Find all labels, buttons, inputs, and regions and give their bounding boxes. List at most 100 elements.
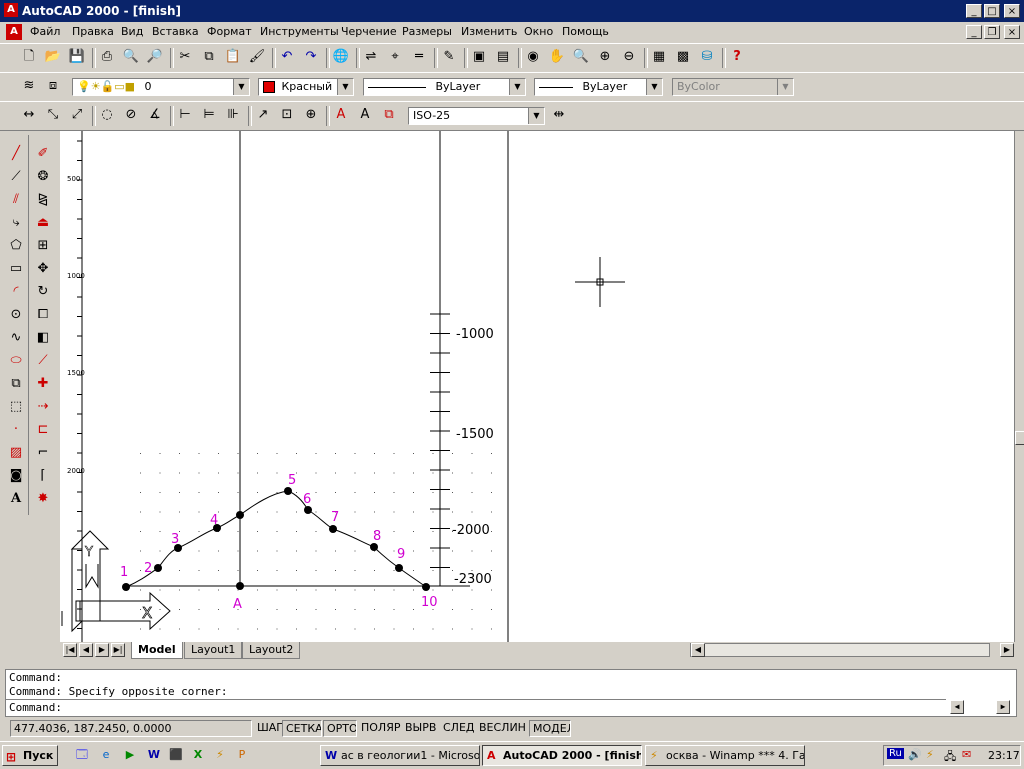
mirror-icon[interactable]: ⧎: [32, 189, 54, 211]
scroll-right-icon[interactable]: ▶: [1000, 643, 1014, 657]
print-icon[interactable]: ⎙: [96, 46, 118, 68]
hatch-icon[interactable]: ▨: [5, 442, 27, 464]
doc-restore-button[interactable]: ❐: [984, 25, 1000, 39]
word-icon[interactable]: W: [146, 747, 162, 763]
polar-toggle[interactable]: ПОЛЯР: [358, 720, 402, 737]
extend-icon[interactable]: ⇢: [32, 396, 54, 418]
scroll-left-icon[interactable]: ◀: [691, 643, 705, 657]
menu-edit[interactable]: Правка: [72, 25, 114, 38]
break-icon[interactable]: ⊏: [32, 419, 54, 441]
multiline-icon[interactable]: ⫽: [5, 189, 27, 211]
ellipse-icon[interactable]: ⬭: [5, 350, 27, 372]
scale-icon[interactable]: ⧠: [32, 304, 54, 326]
dimension-text-edit-icon[interactable]: A: [354, 104, 376, 126]
arc-icon[interactable]: ◜: [5, 281, 27, 303]
tab-last-icon[interactable]: ▶|: [111, 643, 125, 657]
copy-object-icon[interactable]: ❂: [32, 166, 54, 188]
chevron-down-icon[interactable]: ▼: [509, 79, 525, 95]
circle-icon[interactable]: ⊙: [5, 304, 27, 326]
stretch-icon[interactable]: ◧: [32, 327, 54, 349]
excel-icon[interactable]: X: [190, 747, 206, 763]
save-icon[interactable]: 💾: [66, 46, 88, 68]
chevron-down-icon[interactable]: ▼: [646, 79, 662, 95]
tab-first-icon[interactable]: |◀: [63, 643, 77, 657]
close-button[interactable]: ×: [1004, 4, 1020, 18]
properties-icon[interactable]: ▦: [648, 46, 670, 68]
baseline-dimension-icon[interactable]: ⊨: [198, 104, 220, 126]
show-desktop-icon[interactable]: 🗔: [74, 747, 90, 763]
leader-icon[interactable]: ↗: [252, 104, 274, 126]
make-current-layer-icon[interactable]: ⧈: [42, 75, 64, 97]
zoom-window-icon[interactable]: ⊕: [594, 46, 616, 68]
center-mark-icon[interactable]: ⊕: [300, 104, 322, 126]
aligned-dimension-icon[interactable]: ⤡: [42, 104, 64, 126]
linetype-dropdown[interactable]: ByLayer ▼: [363, 78, 526, 96]
chamfer-icon[interactable]: ⌐: [32, 442, 54, 464]
hyperlink-icon[interactable]: ⇌: [360, 46, 382, 68]
lineweight-dropdown[interactable]: ByLayer ▼: [534, 78, 663, 96]
drawing-canvas[interactable]: 500 1000 1500 2000 -1000 -1500 -2000 -23…: [60, 131, 1014, 642]
array-icon[interactable]: ⊞: [32, 235, 54, 257]
autocad-app-icon[interactable]: A: [4, 3, 18, 17]
powerpoint-icon[interactable]: P: [234, 747, 250, 763]
command-window[interactable]: Command: Command: Specify opposite corne…: [5, 669, 1017, 717]
menu-modify[interactable]: Изменить: [461, 25, 517, 38]
menu-format[interactable]: Формат: [207, 25, 252, 38]
doc-minimize-button[interactable]: _: [966, 25, 982, 39]
move-icon[interactable]: ✥: [32, 258, 54, 280]
layer-dropdown[interactable]: 💡☀🔓▭■ 0 ▼: [72, 78, 250, 96]
construction-line-icon[interactable]: ⟋: [5, 166, 27, 188]
ordinate-dimension-icon[interactable]: ⤢: [66, 104, 88, 126]
layers-icon[interactable]: ≋: [18, 75, 40, 97]
polyline-icon[interactable]: ⤷: [5, 212, 27, 234]
pan-icon[interactable]: ✋: [546, 46, 568, 68]
task-autocad[interactable]: A AutoCAD 2000 - [finish]: [482, 745, 642, 766]
chevron-down-icon[interactable]: ▼: [337, 79, 353, 95]
tab-layout2[interactable]: Layout2: [242, 642, 301, 659]
point-icon[interactable]: ·: [5, 419, 27, 441]
command-input[interactable]: Command:: [6, 699, 946, 716]
polygon-icon[interactable]: ⬠: [5, 235, 27, 257]
menu-insert[interactable]: Вставка: [152, 25, 199, 38]
dimension-update-icon[interactable]: ⧉: [378, 104, 400, 126]
lengthen-icon[interactable]: ⟋: [32, 350, 54, 372]
color-dropdown[interactable]: Красный ▼: [258, 78, 354, 96]
named-views-icon[interactable]: ▤: [492, 46, 514, 68]
dimension-edit-icon[interactable]: A: [330, 104, 352, 126]
redo-icon[interactable]: ↷: [300, 46, 322, 68]
maximize-button[interactable]: □: [984, 4, 1000, 18]
task-word-document[interactable]: W ас в геологии1 - Microsof...: [320, 745, 480, 766]
find-icon[interactable]: 🔎: [144, 46, 166, 68]
menu-view[interactable]: Вид: [121, 25, 143, 38]
radius-dimension-icon[interactable]: ◌: [96, 104, 118, 126]
copy-icon[interactable]: ⧉: [198, 46, 220, 68]
doc-close-button[interactable]: ×: [1004, 25, 1020, 39]
make-block-icon[interactable]: ⬚: [5, 396, 27, 418]
horizontal-scrollbar[interactable]: ◀: [690, 643, 990, 657]
minimize-button[interactable]: _: [966, 4, 982, 18]
help-icon[interactable]: ?: [726, 46, 748, 68]
database-icon[interactable]: ⛁: [696, 46, 718, 68]
open-icon[interactable]: 📂: [42, 46, 64, 68]
language-indicator[interactable]: Ru: [887, 748, 904, 759]
fillet-icon[interactable]: ⌈: [32, 465, 54, 487]
tab-model[interactable]: Model: [131, 642, 183, 659]
cmd-scroll-right-icon[interactable]: ▶: [996, 700, 1010, 714]
winamp-icon[interactable]: ⚡: [212, 747, 228, 763]
tab-next-icon[interactable]: ▶: [95, 643, 109, 657]
aerial-view-icon[interactable]: ▣: [468, 46, 490, 68]
quick-dimension-icon[interactable]: ⊢: [174, 104, 196, 126]
media-player-icon[interactable]: ▶: [122, 747, 138, 763]
linear-dimension-icon[interactable]: ↔: [18, 104, 40, 126]
cmd-scroll-left-icon[interactable]: ◀: [950, 700, 964, 714]
cut-icon[interactable]: ✂: [174, 46, 196, 68]
pencil-icon[interactable]: ✎: [438, 46, 460, 68]
access-icon[interactable]: ⬛: [168, 747, 184, 763]
rectangle-icon[interactable]: ▭: [5, 258, 27, 280]
task-winamp[interactable]: ⚡ осква - Winamp *** 4. Газ...: [645, 745, 805, 766]
region-icon[interactable]: ◙: [5, 465, 27, 487]
rotate-icon[interactable]: ↻: [32, 281, 54, 303]
chevron-down-icon[interactable]: ▼: [233, 79, 249, 95]
web-icon[interactable]: 🌐: [330, 46, 352, 68]
volume-icon[interactable]: 🔊: [908, 748, 922, 761]
